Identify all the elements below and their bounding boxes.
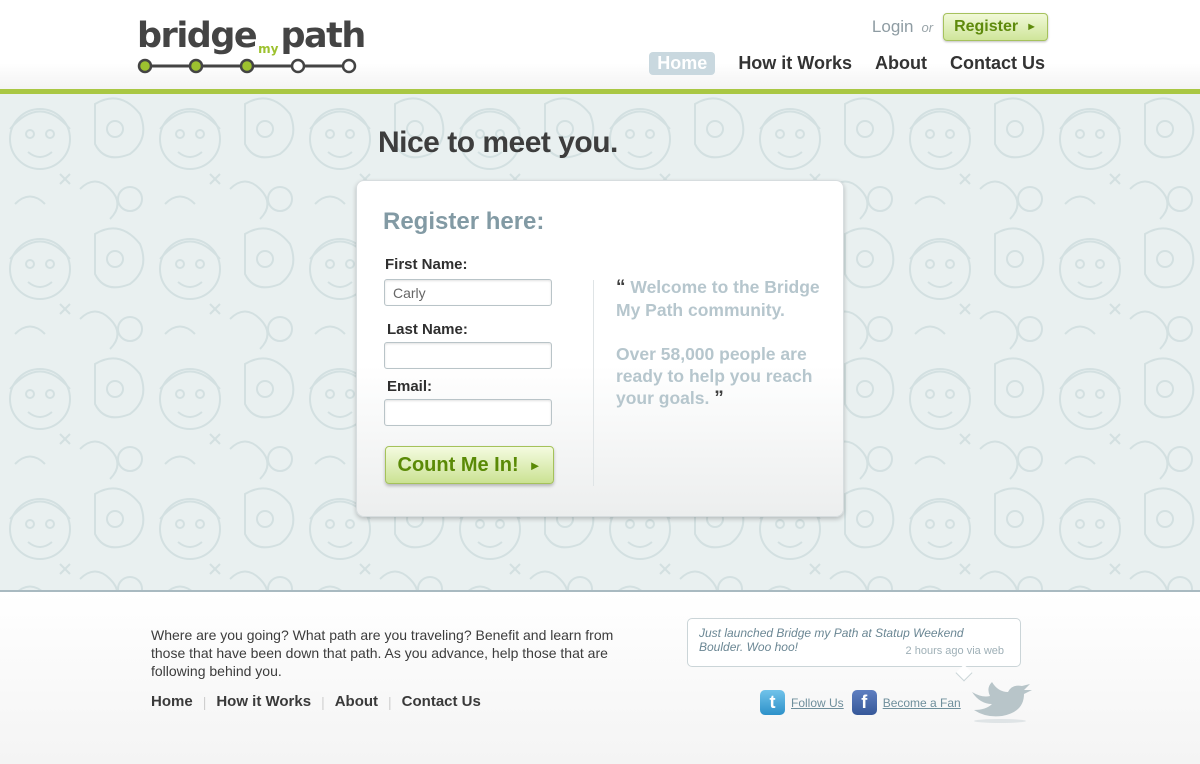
site-header: bridge mypath Login or Register ► Home How… [0,0,1200,90]
logo-path-icon [137,58,357,74]
chevron-right-icon: ► [528,457,542,473]
main-nav: Home How it Works About Contact Us [649,52,1045,75]
become-a-fan-link[interactable]: Become a Fan [883,696,961,710]
first-name-input[interactable] [384,279,552,306]
last-name-input[interactable] [384,342,552,369]
site-footer: Where are you going? What path are you t… [0,592,1200,764]
footer-nav: Home | How it Works | About | Contact Us [151,693,481,710]
footer-nav-home[interactable]: Home [151,693,193,710]
tweet-bubble: Just launched Bridge my Path at Statup W… [687,618,1021,682]
chevron-right-icon: ► [1026,21,1037,33]
footer-nav-about[interactable]: About [335,693,378,710]
register-card: Register here: First Name: Last Name: Em… [356,180,844,517]
email-input[interactable] [384,399,552,426]
nav-about[interactable]: About [875,53,927,74]
logo[interactable]: bridge mypath [137,14,366,76]
last-name-label: Last Name: [387,321,468,338]
open-quote-mark: “ [616,277,626,298]
quote-line-1-text: Welcome to the Bridge My Path community. [616,277,820,320]
follow-us-link[interactable]: Follow Us [791,696,844,710]
logo-word-bridge: bridge [137,16,258,56]
auth-links: Login or Register ► [872,13,1048,41]
card-divider [593,280,594,486]
footer-nav-separator: | [388,693,392,710]
tweet-meta: 2 hours ago via web [905,645,1004,657]
twitter-icon[interactable]: t [760,690,785,715]
logo-word-my: my [258,42,279,56]
nav-contact-us[interactable]: Contact Us [950,53,1045,74]
count-me-in-label: Count Me In! [397,453,519,476]
welcome-quote: “ Welcome to the Bridge My Path communit… [616,276,828,410]
register-heading: Register here: [383,208,545,235]
page-title: Nice to meet you. [378,126,618,159]
quote-line-1: “ Welcome to the Bridge My Path communit… [616,276,828,321]
social-links: t Follow Us f Become a Fan [760,690,969,715]
quote-line-2: Over 58,000 people are ready to help you… [616,343,828,410]
nav-home[interactable]: Home [649,52,716,75]
login-link[interactable]: Login [872,17,914,37]
nav-how-it-works[interactable]: How it Works [738,53,852,74]
register-button[interactable]: Register ► [943,13,1048,41]
logo-word-path: path [280,16,367,56]
footer-nav-contact-us[interactable]: Contact Us [402,693,481,710]
first-name-label: First Name: [385,256,468,273]
close-quote-mark: ” [714,388,724,409]
footer-nav-how-it-works[interactable]: How it Works [216,693,311,710]
count-me-in-button[interactable]: Count Me In! ► [385,446,554,484]
footer-nav-separator: | [202,693,207,710]
footer-tagline: Where are you going? What path are you t… [151,627,614,679]
email-label: Email: [387,378,433,395]
footer-nav-separator: | [321,693,325,710]
twitter-bird-icon [972,682,1032,723]
or-label: or [921,19,934,35]
register-button-label: Register [954,18,1019,35]
facebook-icon[interactable]: f [851,690,877,715]
